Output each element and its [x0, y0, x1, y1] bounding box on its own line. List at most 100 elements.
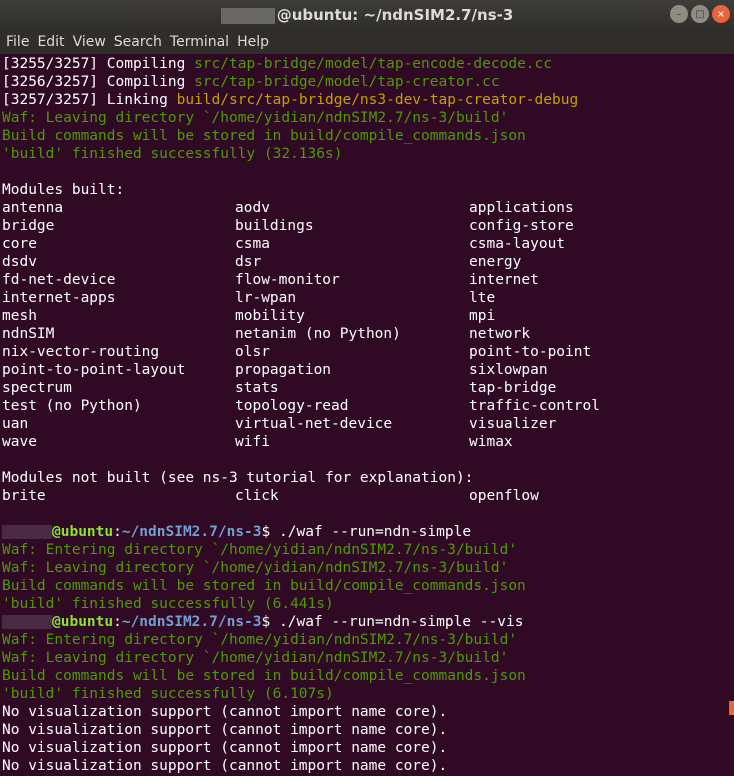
- waf-output-line: Build commands will be stored in build/c…: [2, 128, 526, 144]
- module-name: virtual-net-device: [235, 416, 393, 432]
- visualization-error-line: No visualization support (cannot import …: [2, 758, 448, 774]
- module-name: internet: [469, 272, 539, 288]
- command-text: ./waf --run=ndn-simple --vis: [279, 614, 524, 630]
- prompt-path: ~/ndnSIM2.7/ns-3: [121, 524, 262, 540]
- module-name: topology-read: [235, 398, 349, 414]
- build-path: build/src/tap-bridge/ns3-dev-tap-creator…: [176, 92, 579, 108]
- module-name: spectrum: [2, 380, 72, 396]
- waf-output-line: Build commands will be stored in build/c…: [2, 578, 526, 594]
- menu-edit[interactable]: Edit: [33, 30, 68, 54]
- prompt-colon: :: [113, 614, 122, 630]
- module-name: ndnSIM: [2, 326, 55, 342]
- module-name: wifi: [235, 434, 270, 450]
- module-name: energy: [469, 254, 522, 270]
- menu-help[interactable]: Help: [233, 30, 273, 54]
- module-name: aodv: [235, 200, 270, 216]
- menu-view[interactable]: View: [69, 30, 110, 54]
- module-name: propagation: [235, 362, 332, 378]
- module-name: lr-wpan: [235, 290, 297, 306]
- module-name: internet-apps: [2, 290, 116, 306]
- prompt-dollar: $: [261, 524, 279, 540]
- title-bar[interactable]: @ubuntu: ~/ndnSIM2.7/ns-3 – □ ×: [0, 0, 734, 30]
- module-name: click: [235, 488, 279, 504]
- module-name: config-store: [469, 218, 574, 234]
- modules-built-header: Modules built:: [2, 182, 125, 198]
- modules-not-built-header: Modules not built (see ns-3 tutorial for…: [2, 470, 474, 486]
- build-progress-line: [3257/3257] Linking build/src/tap-bridge…: [2, 91, 578, 109]
- terminal-output[interactable]: [3255/3257] Compiling src/tap-bridge/mod…: [0, 54, 734, 776]
- prompt-host: @ubuntu: [52, 614, 114, 630]
- redacted-username: [2, 615, 52, 629]
- module-name: antenna: [2, 200, 64, 216]
- menu-search[interactable]: Search: [110, 30, 166, 54]
- prompt-host: @ubuntu: [52, 524, 114, 540]
- waf-output-line: Waf: Leaving directory `/home/yidian/ndn…: [2, 650, 509, 666]
- module-name: stats: [235, 380, 279, 396]
- module-name: wimax: [469, 434, 513, 450]
- build-step: [3256/3257] Compiling: [2, 74, 195, 90]
- prompt-path: ~/ndnSIM2.7/ns-3: [121, 614, 262, 630]
- shell-prompt-line: @ubuntu:~/ndnSIM2.7/ns-3$ ./waf --run=nd…: [2, 523, 471, 541]
- visualization-error-line: No visualization support (cannot import …: [2, 740, 448, 756]
- module-name: test (no Python): [2, 398, 142, 414]
- window-title-text: @ubuntu: ~/ndnSIM2.7/ns-3: [276, 6, 514, 24]
- module-name: wave: [2, 434, 37, 450]
- module-name: flow-monitor: [235, 272, 340, 288]
- module-name: mobility: [235, 308, 305, 324]
- module-name: tap-bridge: [469, 380, 557, 396]
- module-name: visualizer: [469, 416, 557, 432]
- module-name: mesh: [2, 308, 37, 324]
- waf-output-line: Waf: Entering directory `/home/yidian/nd…: [2, 542, 518, 558]
- visualization-error-line: No visualization support (cannot import …: [2, 704, 448, 720]
- build-path: src/tap-bridge/model/tap-creator.cc: [194, 74, 500, 90]
- module-name: sixlowpan: [469, 362, 548, 378]
- module-name: mpi: [469, 308, 496, 324]
- menu-file[interactable]: File: [2, 30, 33, 54]
- module-name: fd-net-device: [2, 272, 116, 288]
- waf-output-line: Waf: Leaving directory `/home/yidian/ndn…: [2, 110, 509, 126]
- scroll-indicator[interactable]: [729, 701, 734, 715]
- build-step: [3257/3257] Linking: [2, 92, 177, 108]
- module-name: dsdv: [2, 254, 37, 270]
- shell-prompt-line: @ubuntu:~/ndnSIM2.7/ns-3$ ./waf --run=nd…: [2, 613, 523, 631]
- window-controls: – □ ×: [670, 5, 730, 23]
- command-text: ./waf --run=ndn-simple: [279, 524, 472, 540]
- module-name: bridge: [2, 218, 55, 234]
- prompt-colon: :: [113, 524, 122, 540]
- module-name: openflow: [469, 488, 539, 504]
- menu-bar: File Edit View Search Terminal Help: [0, 30, 734, 54]
- redacted-username: [2, 525, 52, 539]
- menu-terminal[interactable]: Terminal: [166, 30, 233, 54]
- module-name: point-to-point: [469, 344, 592, 360]
- prompt-dollar: $: [261, 614, 279, 630]
- module-name: brite: [2, 488, 46, 504]
- build-progress-line: [3256/3257] Compiling src/tap-bridge/mod…: [2, 73, 500, 91]
- module-name: csma: [235, 236, 270, 252]
- module-name: buildings: [235, 218, 314, 234]
- module-name: csma-layout: [469, 236, 566, 252]
- module-name: dsr: [235, 254, 262, 270]
- module-name: olsr: [235, 344, 270, 360]
- close-button[interactable]: ×: [712, 5, 730, 23]
- build-progress-line: [3255/3257] Compiling src/tap-bridge/mod…: [2, 55, 552, 73]
- waf-output-line: 'build' finished successfully (6.107s): [2, 686, 334, 702]
- module-name: core: [2, 236, 37, 252]
- window-title: @ubuntu: ~/ndnSIM2.7/ns-3: [0, 0, 734, 30]
- minimize-button[interactable]: –: [670, 5, 688, 23]
- waf-output-line: Build commands will be stored in build/c…: [2, 668, 526, 684]
- module-name: network: [469, 326, 531, 342]
- build-step: [3255/3257] Compiling: [2, 56, 195, 72]
- waf-output-line: Waf: Leaving directory `/home/yidian/ndn…: [2, 560, 509, 576]
- module-name: netanim (no Python): [235, 326, 401, 342]
- maximize-button[interactable]: □: [691, 5, 709, 23]
- module-name: uan: [2, 416, 29, 432]
- module-name: traffic-control: [469, 398, 600, 414]
- waf-output-line: 'build' finished successfully (6.441s): [2, 596, 334, 612]
- build-path: src/tap-bridge/model/tap-encode-decode.c…: [194, 56, 552, 72]
- waf-output-line: 'build' finished successfully (32.136s): [2, 146, 343, 162]
- redacted-username: [220, 7, 275, 24]
- waf-output-line: Waf: Entering directory `/home/yidian/nd…: [2, 632, 518, 648]
- module-name: lte: [469, 290, 496, 306]
- visualization-error-line: No visualization support (cannot import …: [2, 722, 448, 738]
- module-name: point-to-point-layout: [2, 362, 186, 378]
